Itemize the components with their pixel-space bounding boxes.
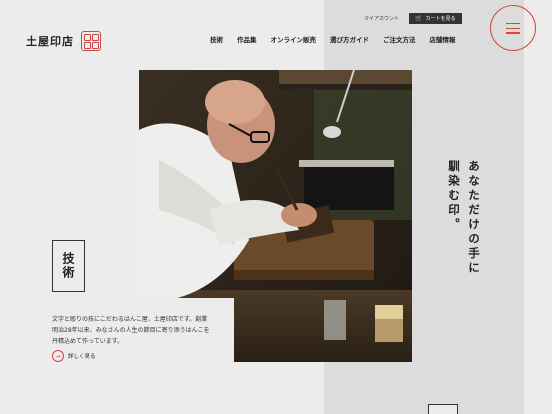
read-more-label: 詳しく見る [68,354,96,360]
tagline: あなただけの手に 馴染む印。 [446,160,482,280]
menu-button[interactable] [490,5,536,51]
category-box: 技術 [52,240,85,292]
nav-item-order[interactable]: ご注文方法 [383,34,416,44]
nav-item-store-info[interactable]: 店舗情報 [430,34,456,44]
nav-item-online-shop[interactable]: オンライン販売 [271,34,317,44]
cart-button[interactable]: 🛒 カートを見る [409,13,462,24]
nav-item-works[interactable]: 作品集 [237,34,257,44]
cart-label: カートを見る [425,16,456,22]
logo[interactable]: 土屋印店 [26,31,101,51]
description-line: 明治28年以来、みなさんの人生の節目に寄り添うはんこを [52,327,210,334]
main-nav: 技術 作品集 オンライン販売 選び方ガイド ご注文方法 店舗情報 [210,34,456,44]
logo-text: 土屋印店 [26,35,74,48]
utility-links: マイアカウント 🛒 カートを見る [364,13,462,24]
seal-logo-icon [81,31,101,51]
description-line: 丹精込めて作っています。 [52,338,124,345]
page: 土屋印店 マイアカウント 🛒 カートを見る 技術 作品集 オンライン販売 選び方… [0,0,552,414]
description-line: 文字と彫りの技にこだわるはんこ屋、土屋印店です。創業 [52,316,208,323]
tagline-line-1: あなただけの手に [467,160,481,276]
my-account-link[interactable]: マイアカウント [364,15,399,22]
feature-description: 文字と彫りの技にこだわるはんこ屋、土屋印店です。創業 明治28年以来、みなさんの… [52,314,232,347]
nav-item-guide[interactable]: 選び方ガイド [330,34,369,44]
read-more-link[interactable]: → 詳しく見る [52,350,96,362]
tagline-line-2: 馴染む印。 [447,160,461,233]
cart-icon: 🛒 [415,14,423,22]
next-section-box [428,404,458,414]
hamburger-icon [506,23,520,37]
nav-item-technique[interactable]: 技術 [210,34,223,44]
category-label: 技術 [61,252,75,280]
arrow-right-icon: → [52,350,64,362]
